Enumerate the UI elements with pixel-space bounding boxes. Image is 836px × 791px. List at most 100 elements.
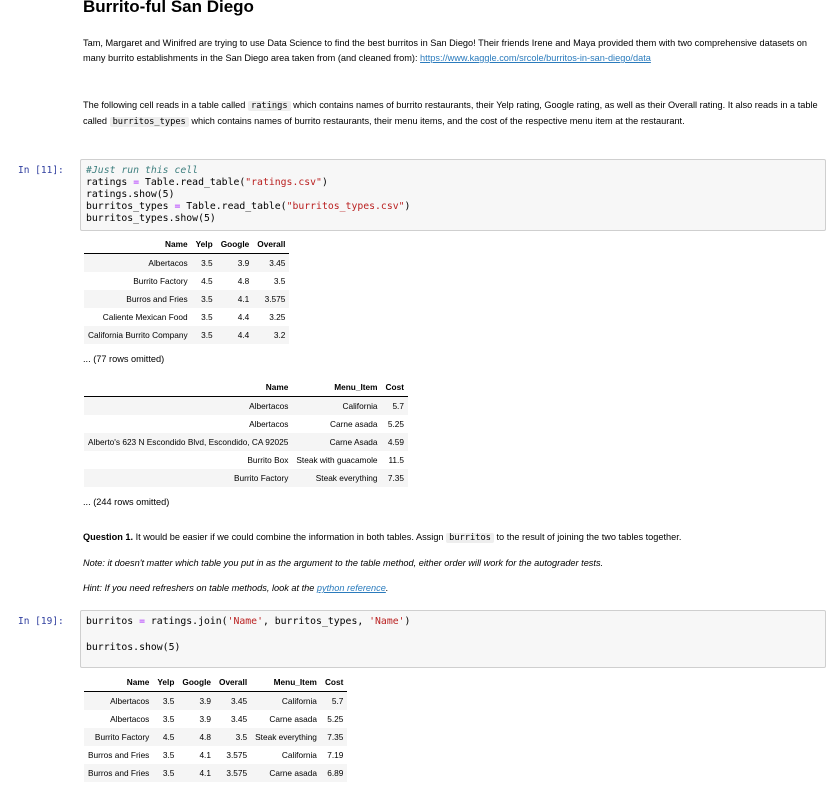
table-cell: Albertacos <box>110 714 150 724</box>
table-cell: 5.25 <box>387 419 404 429</box>
table-cell: 4.8 <box>237 276 250 286</box>
table-cell: Albertacos <box>84 253 192 272</box>
code-string: "ratings.csv" <box>245 177 322 188</box>
notebook-title: Burrito-ful San Diego <box>83 0 254 16</box>
table-row: Caliente Mexican Food 3.5 4.4 3.25 <box>84 308 289 326</box>
table-header-row: Name Yelp Google Overall <box>84 235 290 254</box>
table-cell: 5.7 <box>381 396 408 415</box>
table-cell: 3.5 <box>153 764 179 782</box>
table-row: Burros and Fries 3.5 4.1 3.575 Carne asada 6.… <box>84 764 348 782</box>
table-row: Burrito Factory 4.5 4.8 3.5 Steak everything… <box>84 728 348 746</box>
question-paragraph: Question 1. It would be easier if we cou… <box>83 530 821 546</box>
table-cell: 4.4 <box>237 312 250 322</box>
table-cell: 3.5 <box>191 290 217 308</box>
table-cell: 3.575 <box>253 290 290 308</box>
table-cell: California <box>281 750 317 760</box>
code-token: , burritos_types, <box>262 616 370 627</box>
column-header: Menu_Item <box>251 673 321 692</box>
rows-omitted-note: ... (77 rows omitted) <box>83 354 165 364</box>
table-row: Alberto's 623 N Escondido Blvd, Escondid… <box>84 433 408 451</box>
code-editor[interactable]: #Just run this cell ratings = Table.read… <box>81 160 825 230</box>
question-text-2: to the result of joining the two tables … <box>493 532 682 542</box>
table-row: Burrito Factory 4.5 4.8 3.5 <box>84 272 289 290</box>
code-token: ratings <box>86 177 134 188</box>
ratings-code: ratings <box>247 101 291 111</box>
intro-paragraph: Tam, Margaret and Winifred are trying to… <box>83 36 821 66</box>
code-cell[interactable]: #Just run this cell ratings = Table.read… <box>80 159 826 231</box>
code-editor[interactable]: burritos = ratings.join('Name', burritos… <box>81 611 825 659</box>
code-line: burritos.show(5) <box>86 642 181 653</box>
table-cell: 7.19 <box>327 750 344 760</box>
column-header: Cost <box>320 673 348 692</box>
table-cell: 3.5 <box>191 253 217 272</box>
table-cell: 4.8 <box>178 728 215 746</box>
table-cell: 3.9 <box>178 691 215 710</box>
code-cell[interactable]: burritos = ratings.join('Name', burritos… <box>80 610 826 668</box>
code-token: burritos <box>86 616 140 627</box>
code-token: Table.read_table( <box>139 177 246 188</box>
table-cell: Burrito Box <box>247 455 289 465</box>
table-cell: Burros and Fries <box>84 764 154 782</box>
rows-omitted-note: ... (244 rows omitted) <box>83 497 170 507</box>
code-token: Table.read_table( <box>180 201 287 212</box>
hint-paragraph: Hint: If you need refreshers on table me… <box>83 581 821 596</box>
code-line: ratings.show(5) <box>86 189 175 200</box>
column-header: Cost <box>381 378 408 397</box>
table-cell: 3.5 <box>214 728 252 746</box>
table-cell: California Burrito Company <box>84 326 192 344</box>
code-token: ) <box>404 201 411 212</box>
python-reference-link[interactable]: python reference <box>317 583 386 593</box>
table-row: California Burrito Company 3.5 4.4 3.2 <box>84 326 290 344</box>
joined-table: Name Yelp Google Overall Menu_Item Cost … <box>84 673 348 782</box>
code-token: burritos_types <box>86 201 175 212</box>
column-header: Google <box>178 673 215 692</box>
burritos-code: burritos <box>446 533 494 543</box>
table-header-row: Name Yelp Google Overall Menu_Item Cost <box>84 673 348 692</box>
column-header: Google <box>216 235 254 254</box>
table-row: Albertacos 3.5 3.9 3.45 Carne asada 5.25 <box>84 710 347 728</box>
table-cell: 3.575 <box>214 764 252 782</box>
table-cell: Alberto's 623 N Escondido Blvd, Escondid… <box>84 433 293 451</box>
table-cell: Burros and Fries <box>88 750 150 760</box>
code-token: ) <box>404 616 411 627</box>
kaggle-link[interactable]: https://www.kaggle.com/srcole/burritos-i… <box>420 53 651 63</box>
question-text-1: It would be easier if we could combine t… <box>133 532 447 542</box>
table-cell: 3.9 <box>199 714 211 724</box>
hint-text: Hint: If you need refreshers on table me… <box>83 583 317 593</box>
table-row: Albertacos California 5.7 <box>84 396 408 415</box>
note-paragraph: Note: it doesn't matter which table you … <box>83 556 821 571</box>
table-cell: California <box>292 396 382 415</box>
table-cell: 11.5 <box>388 455 404 465</box>
column-header: Name <box>84 378 293 397</box>
table-cell: Carne asada <box>330 419 378 429</box>
table-row: Burrito Factory Steak everything 7.35 <box>84 469 408 487</box>
table-cell: 4.5 <box>153 728 179 746</box>
table-cell: 3.25 <box>269 312 286 322</box>
table-cell: 3.45 <box>253 253 290 272</box>
table-row: Albertacos 3.5 3.9 3.45 California 5.7 <box>84 691 348 710</box>
hint-end: . <box>385 583 389 593</box>
table-cell: Caliente Mexican Food <box>102 312 188 322</box>
table-cell: 3.5 <box>201 312 213 322</box>
table-cell: 4.4 <box>216 326 254 344</box>
table-row: Albertacos Carne asada 5.25 <box>84 415 408 433</box>
column-header: Overall <box>214 673 252 692</box>
table-cell: 4.1 <box>178 764 215 782</box>
table-cell: Carne Asada <box>292 433 382 451</box>
note-text: Note: it doesn't matter which table you … <box>83 558 604 568</box>
table-cell: 3.5 <box>162 714 175 724</box>
table-cell: Steak everything <box>292 469 382 487</box>
table-cell: Albertacos <box>84 396 293 415</box>
column-header: Overall <box>253 235 290 254</box>
table-cell: Albertacos <box>249 419 289 429</box>
code-string: 'Name' <box>369 616 405 627</box>
column-header: Yelp <box>191 235 217 254</box>
table-cell: Carne asada <box>251 764 321 782</box>
code-line: burritos_types.show(5) <box>86 213 216 224</box>
table-cell: Burrito Factory <box>84 728 154 746</box>
desc-text-1: The following cell reads in a table call… <box>83 100 248 110</box>
table-cell: 4.59 <box>381 433 408 451</box>
burritos-types-code: burritos_types <box>109 117 189 127</box>
table-cell: 3.575 <box>226 750 248 760</box>
table-cell: 7.35 <box>381 469 408 487</box>
